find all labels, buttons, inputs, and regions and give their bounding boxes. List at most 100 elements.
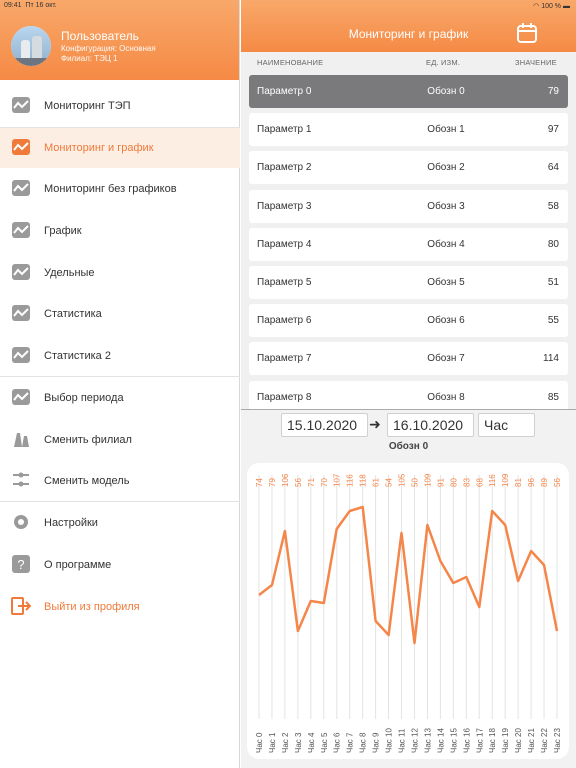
x-tick-label: Час 19 <box>501 728 510 753</box>
date-to-field[interactable]: 16.10.2020 <box>387 413 474 437</box>
row-unit: Обозн 1 <box>427 124 465 136</box>
battery-icon: ▬ <box>563 3 570 10</box>
x-tick-label: Час 21 <box>527 728 536 753</box>
data-label: 50 <box>410 478 419 487</box>
menu-item[interactable]: График <box>0 210 240 251</box>
menu-item[interactable]: Статистика 2 <box>0 335 240 376</box>
menu-item[interactable]: Выйти из профиля <box>0 586 240 627</box>
arrow-right-icon: ➜ <box>369 416 381 432</box>
calendar-icon[interactable] <box>516 22 538 44</box>
menu-item[interactable]: ? О программе <box>0 544 240 585</box>
data-label: 83 <box>462 478 471 487</box>
data-label: 61 <box>372 478 381 487</box>
row-name: Параметр 7 <box>257 353 312 365</box>
menu-item[interactable]: Мониторинг без графиков <box>0 168 240 209</box>
profile-branch: Филиал: ТЭЦ 1 <box>61 54 118 63</box>
status-right: ◠ 100 % ▬ <box>533 3 570 10</box>
monitor-icon <box>12 180 30 196</box>
table-row[interactable]: Параметр 2 Обозн 2 64 <box>249 151 568 185</box>
menu-item-label: Сменить филиал <box>44 433 132 446</box>
wifi-icon: ◠ <box>533 3 540 10</box>
menu-divider <box>0 127 240 128</box>
x-tick-label: Час 11 <box>398 728 407 753</box>
menu-item-label: Мониторинг ТЭП <box>44 99 131 112</box>
data-label: 81 <box>514 478 523 487</box>
table-row[interactable]: Параметр 0 Обозн 0 79 <box>249 75 568 108</box>
row-value: 51 <box>547 277 559 288</box>
menu-item[interactable]: Мониторинг ТЭП <box>0 85 240 126</box>
menu-item[interactable]: Мониторинг и график <box>0 127 240 168</box>
table-row[interactable]: Параметр 6 Обозн 6 55 <box>249 304 568 338</box>
menu-item[interactable]: Сменить модель <box>0 460 240 501</box>
menu-item-label: Мониторинг и график <box>44 141 154 154</box>
chart-section: 15.10.2020 ➜ 16.10.2020 Час Обозн 0 74 79… <box>241 410 576 768</box>
table-row[interactable]: Параметр 5 Обозн 5 51 <box>249 266 568 299</box>
row-unit: Обозн 7 <box>427 353 465 365</box>
profile-header[interactable]: Пользователь Конфигурация: Основная Фили… <box>0 0 239 80</box>
monitor-icon <box>12 305 30 321</box>
x-tick-label: Час 1 <box>268 732 277 753</box>
menu-item-label: Удельные <box>44 266 95 279</box>
profile-name: Пользователь <box>61 29 139 43</box>
row-unit: Обозн 0 <box>427 86 465 97</box>
data-label: 116 <box>346 474 355 487</box>
x-tick-label: Час 9 <box>372 732 381 753</box>
table-row[interactable]: Параметр 7 Обозн 7 114 <box>249 342 568 376</box>
menu-item-label: Выбор периода <box>44 391 124 404</box>
x-tick-label: Час 12 <box>410 728 419 753</box>
row-value: 114 <box>543 353 559 365</box>
date-from-field[interactable]: 15.10.2020 <box>281 413 368 437</box>
data-label: 70 <box>320 478 329 487</box>
menu-item[interactable]: Выбор периода <box>0 377 240 418</box>
data-label: 54 <box>385 478 394 487</box>
menu-item[interactable]: Сменить филиал <box>0 419 240 460</box>
x-tick-label: Час 23 <box>553 728 562 753</box>
menu-item[interactable]: Статистика <box>0 293 240 334</box>
logout-icon <box>11 597 31 615</box>
x-tick-label: Час 15 <box>449 728 458 753</box>
table-row[interactable]: Параметр 4 Обозн 4 80 <box>249 227 568 261</box>
x-tick-label: Час 17 <box>475 728 484 753</box>
data-label: 79 <box>268 478 277 487</box>
monitor-icon <box>12 97 30 113</box>
row-value: 85 <box>547 391 559 403</box>
menu-divider <box>0 501 240 502</box>
data-label: 109 <box>501 473 510 487</box>
row-name: Параметр 5 <box>257 277 312 288</box>
x-tick-label: Час 16 <box>462 728 471 753</box>
x-tick-label: Час 8 <box>359 732 368 753</box>
model-icon <box>13 472 29 487</box>
menu-item[interactable]: Удельные <box>0 252 240 293</box>
data-label: 91 <box>436 478 445 487</box>
period-step-select[interactable]: Час <box>478 413 535 437</box>
status-bar: 09:41 Пт 16 окт. ◠ 100 % ▬ <box>0 0 576 12</box>
table-row[interactable]: Параметр 3 Обозн 3 58 <box>249 189 568 223</box>
row-name: Параметр 0 <box>257 86 312 97</box>
menu-item-label: Выйти из профиля <box>44 600 140 613</box>
series-line <box>258 505 559 645</box>
chart-card: 74 79 106 56 71 70 107 116 118 61 54 105 50 109 91 80 83… <box>247 463 569 759</box>
row-value: 97 <box>547 124 559 136</box>
chart-title: Обозн 0 <box>388 441 429 452</box>
x-tick-label: Час 18 <box>488 728 497 753</box>
row-value: 55 <box>547 315 559 327</box>
menu-item[interactable]: Настройки <box>0 502 240 543</box>
question-icon: ? <box>12 555 30 573</box>
sidebar: Пользователь Конфигурация: Основная Фили… <box>0 0 240 768</box>
menu-item-label: Мониторинг без графиков <box>44 182 177 195</box>
monitor-icon <box>12 139 30 155</box>
svg-text:?: ? <box>17 557 24 572</box>
data-label: 80 <box>449 478 458 487</box>
column-header-value: ЗНАЧЕНИЕ <box>515 58 557 67</box>
row-unit: Обозн 6 <box>427 315 465 327</box>
x-tick-label: Час 7 <box>346 732 355 753</box>
x-tick-label: Час 14 <box>436 728 445 753</box>
x-tick-label: Час 22 <box>540 728 549 753</box>
monitor-icon <box>12 222 30 238</box>
x-tick-label: Час 0 <box>255 732 264 753</box>
data-label: 71 <box>307 478 316 487</box>
plant-icon <box>14 433 29 447</box>
data-label: 56 <box>553 478 562 487</box>
x-tick-label: Час 10 <box>385 728 394 753</box>
table-row[interactable]: Параметр 1 Обозн 1 97 <box>249 113 568 147</box>
